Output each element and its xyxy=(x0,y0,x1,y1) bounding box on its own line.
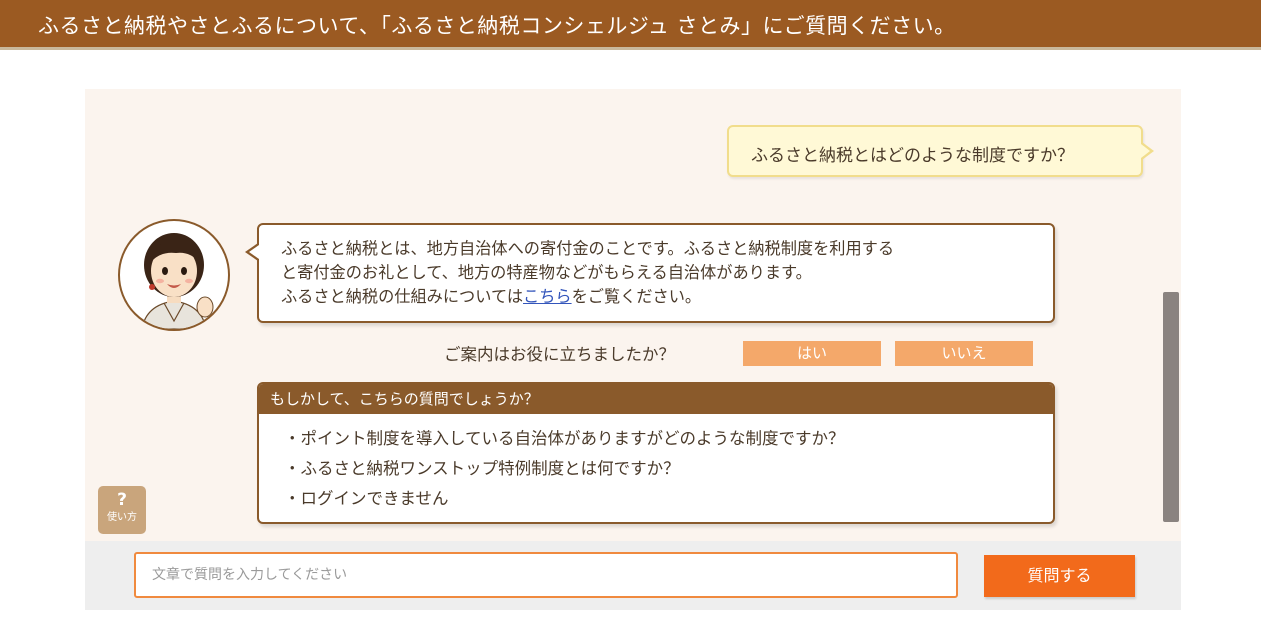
header-title: ふるさと納税やさとふるについて、「ふるさと納税コンシェルジュ さとみ」にご質問く… xyxy=(38,14,956,38)
top-header-bar: ふるさと納税やさとふるについて、「ふるさと納税コンシェルジュ さとみ」にご質問く… xyxy=(0,0,1261,50)
suggestion-item[interactable]: ・ログインできません xyxy=(284,484,1053,514)
feedback-yes-button[interactable]: はい xyxy=(743,341,881,366)
user-message-text: ふるさと納税とはどのような制度ですか？ xyxy=(751,146,1074,166)
suggestion-box: もしかして、こちらの質問でしょうか？ ・ポイント制度を導入している自治体がありま… xyxy=(257,382,1055,524)
bot-answer-suffix: をご覧ください。 xyxy=(571,287,702,306)
bot-answer-prefix: ふるさと納税の仕組みについては xyxy=(281,287,524,306)
bot-answer-bubble: ふるさと納税とは、地方自治体への寄付金のことです。ふるさと納税制度を利用する と… xyxy=(245,223,1055,323)
question-mark-icon: ? xyxy=(117,490,127,510)
bot-answer-line: と寄付金のお礼として、地方の特産物などがもらえる自治体があります。 xyxy=(281,263,812,282)
bot-answer-line: ふるさと納税とは、地方自治体への寄付金のことです。ふるさと納税制度を利用する xyxy=(281,239,895,258)
help-button[interactable]: ? 使い方 xyxy=(98,486,146,534)
help-label: 使い方 xyxy=(107,512,137,523)
bot-answer-line: ふるさと納税の仕組みについてはこちらをご覧ください。 xyxy=(281,285,894,309)
feedback-question: ご案内はお役に立ちましたか？ xyxy=(444,345,675,364)
bot-answer-text: ふるさと納税とは、地方自治体への寄付金のことです。ふるさと納税制度を利用する と… xyxy=(281,237,894,309)
chat-scrollbar[interactable] xyxy=(1163,292,1179,522)
suggestion-item[interactable]: ・ふるさと納税ワンストップ特例制度とは何ですか？ xyxy=(284,454,1053,484)
suggestion-item[interactable]: ・ポイント制度を導入している自治体がありますがどのような制度ですか？ xyxy=(284,424,1053,454)
details-link[interactable]: こちら xyxy=(523,287,572,306)
concierge-avatar-icon xyxy=(118,219,230,331)
submit-question-button[interactable]: 質問する xyxy=(984,555,1135,597)
suggestion-list: ・ポイント制度を導入している自治体がありますがどのような制度ですか？ ・ふるさと… xyxy=(259,414,1053,514)
user-message-bubble: ふるさと納税とはどのような制度ですか？ xyxy=(727,125,1154,177)
suggestion-header: もしかして、こちらの質問でしょうか？ xyxy=(259,384,1053,414)
feedback-no-button[interactable]: いいえ xyxy=(895,341,1033,366)
question-input[interactable] xyxy=(134,552,958,598)
